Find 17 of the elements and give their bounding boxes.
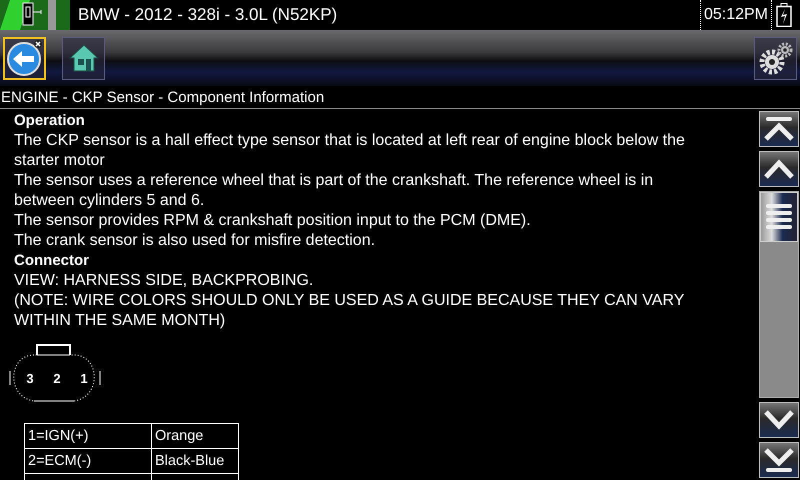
paragraph: (NOTE: WIRE COLORS SHOULD ONLY BE USED AS A GUIDE BECAUSE THEY CAN VARY WITHIN THE SAME MONTH) [14, 291, 686, 331]
paragraph: The sensor provides RPM & crankshaft position input to the PCM (DME). [14, 211, 532, 231]
vehicle-title: BMW - 2012 - 328i - 3.0L (N52KP) [78, 5, 338, 25]
table-cell: Black-Blue [152, 448, 238, 474]
table-cell: Orange [152, 424, 238, 448]
section-heading: Operation [14, 111, 86, 131]
pin-number: 3 [26, 371, 34, 386]
table-cell: 2=ECM(-) [24, 448, 152, 474]
table-cell: 1=IGN(+) [24, 424, 152, 448]
paragraph: The crank sensor is also used for misfire detection. [14, 231, 376, 251]
paragraph: The CKP sensor is a hall effect type sensor that is located at left rear of engine block below the starter motor [14, 131, 686, 171]
pin-number: 1 [80, 371, 88, 386]
pin-number: 2 [53, 371, 61, 386]
page-title: ENGINE - CKP Sensor - Component Information [0, 88, 324, 106]
paragraph: VIEW: HARNESS SIDE, BACKPROBING. [14, 271, 314, 291]
paragraph: The sensor uses a reference wheel that is part of the crankshaft. The reference wheel is in between cylinders 5 and 6. [14, 171, 654, 211]
section-heading: Connector [14, 251, 90, 271]
